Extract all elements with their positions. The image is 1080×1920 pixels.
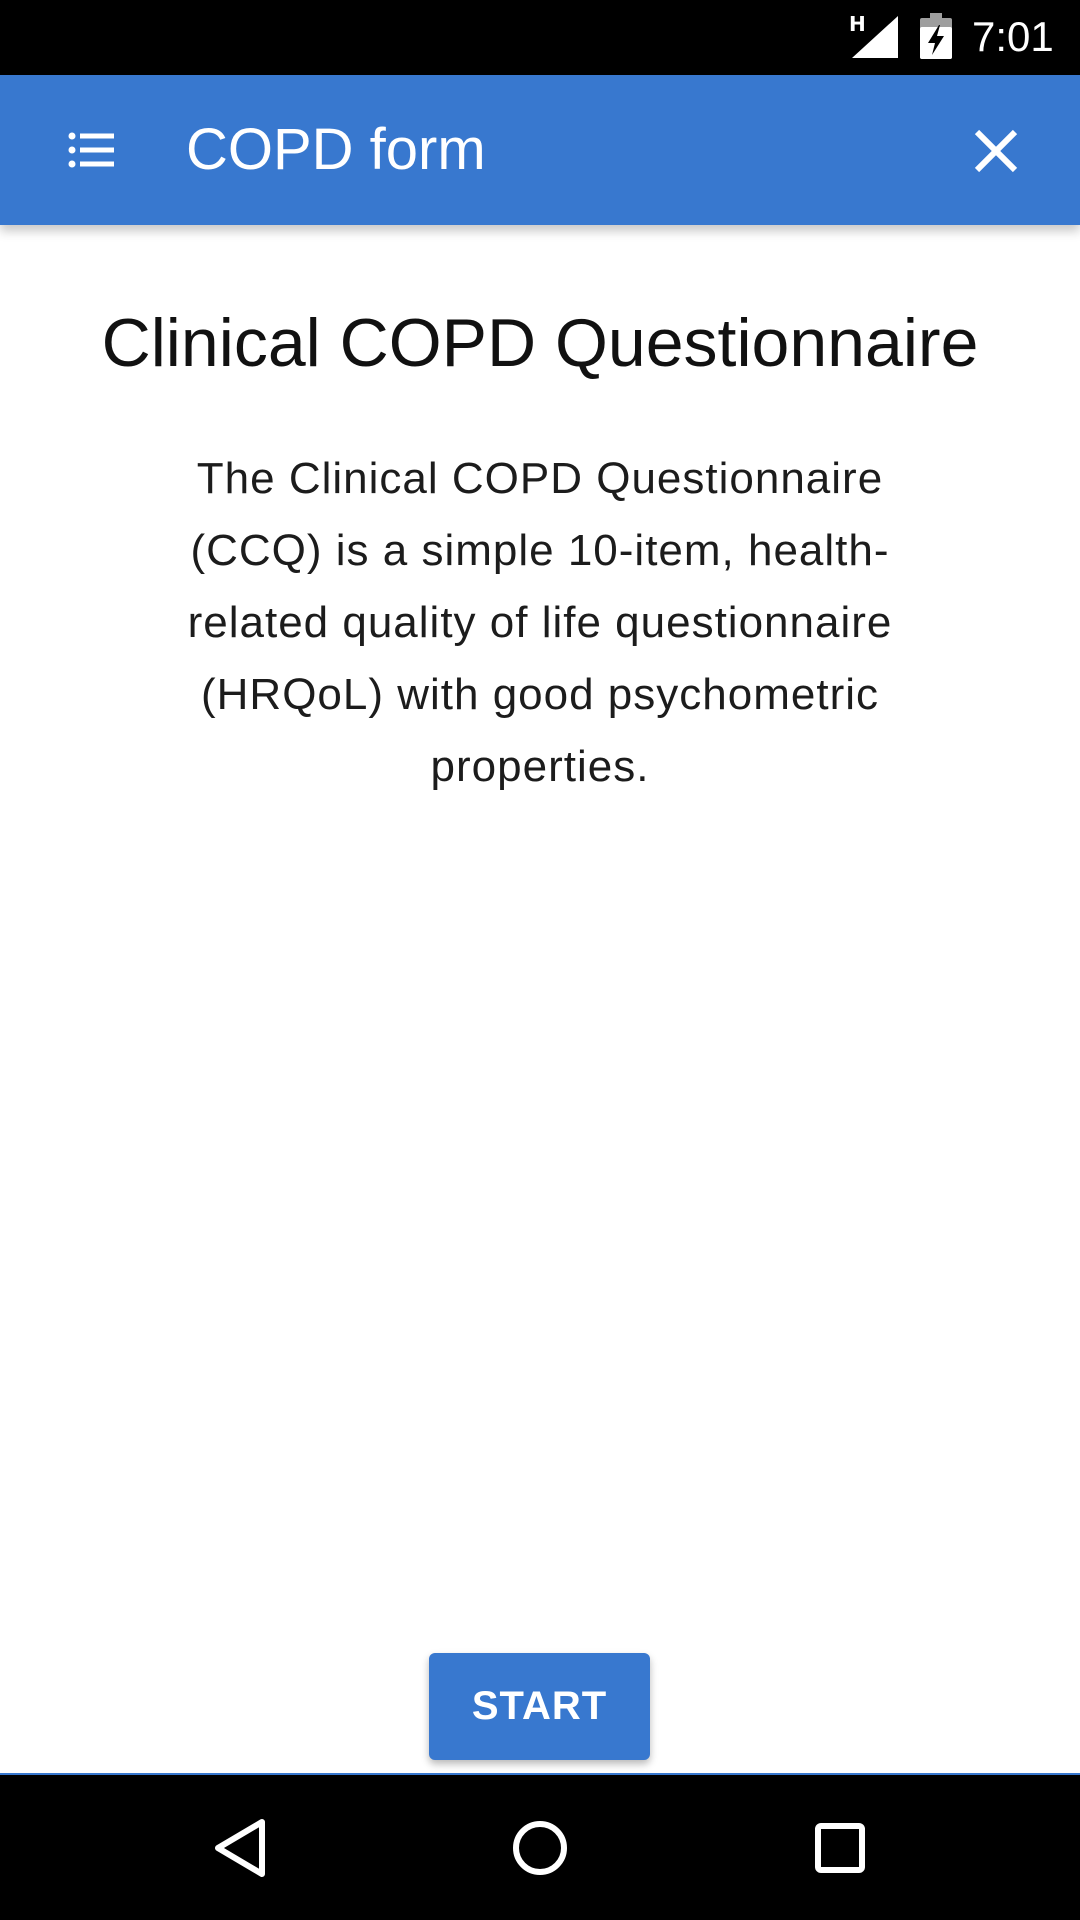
questionnaire-description: The Clinical COPD Questionnaire (CCQ) is…: [187, 454, 893, 791]
system-nav-bar: [0, 1775, 1080, 1920]
start-button[interactable]: START: [429, 1653, 650, 1760]
nav-back-button[interactable]: [195, 1803, 285, 1893]
battery-charging-icon: [920, 13, 952, 59]
network-type-label: H: [849, 12, 866, 36]
page-title: Clinical COPD Questionnaire: [101, 305, 979, 381]
menu-button[interactable]: [60, 120, 124, 180]
app-bar: COPD form: [0, 75, 1080, 225]
close-icon: [974, 129, 1018, 173]
app-bar-title: COPD form: [186, 117, 486, 182]
status-clock: 7:01: [972, 13, 1054, 60]
nav-recents-button[interactable]: [795, 1803, 885, 1893]
home-circle-icon: [513, 1821, 567, 1875]
back-triangle-icon: [215, 1819, 265, 1877]
screen: H 7:01 COPD form Clinical COPD Questionn…: [0, 0, 1080, 1920]
recents-square-icon: [815, 1823, 865, 1873]
close-button[interactable]: [965, 120, 1027, 182]
status-bar: H 7:01: [0, 0, 1080, 75]
list-menu-icon: [68, 132, 114, 168]
nav-home-button[interactable]: [495, 1803, 585, 1893]
